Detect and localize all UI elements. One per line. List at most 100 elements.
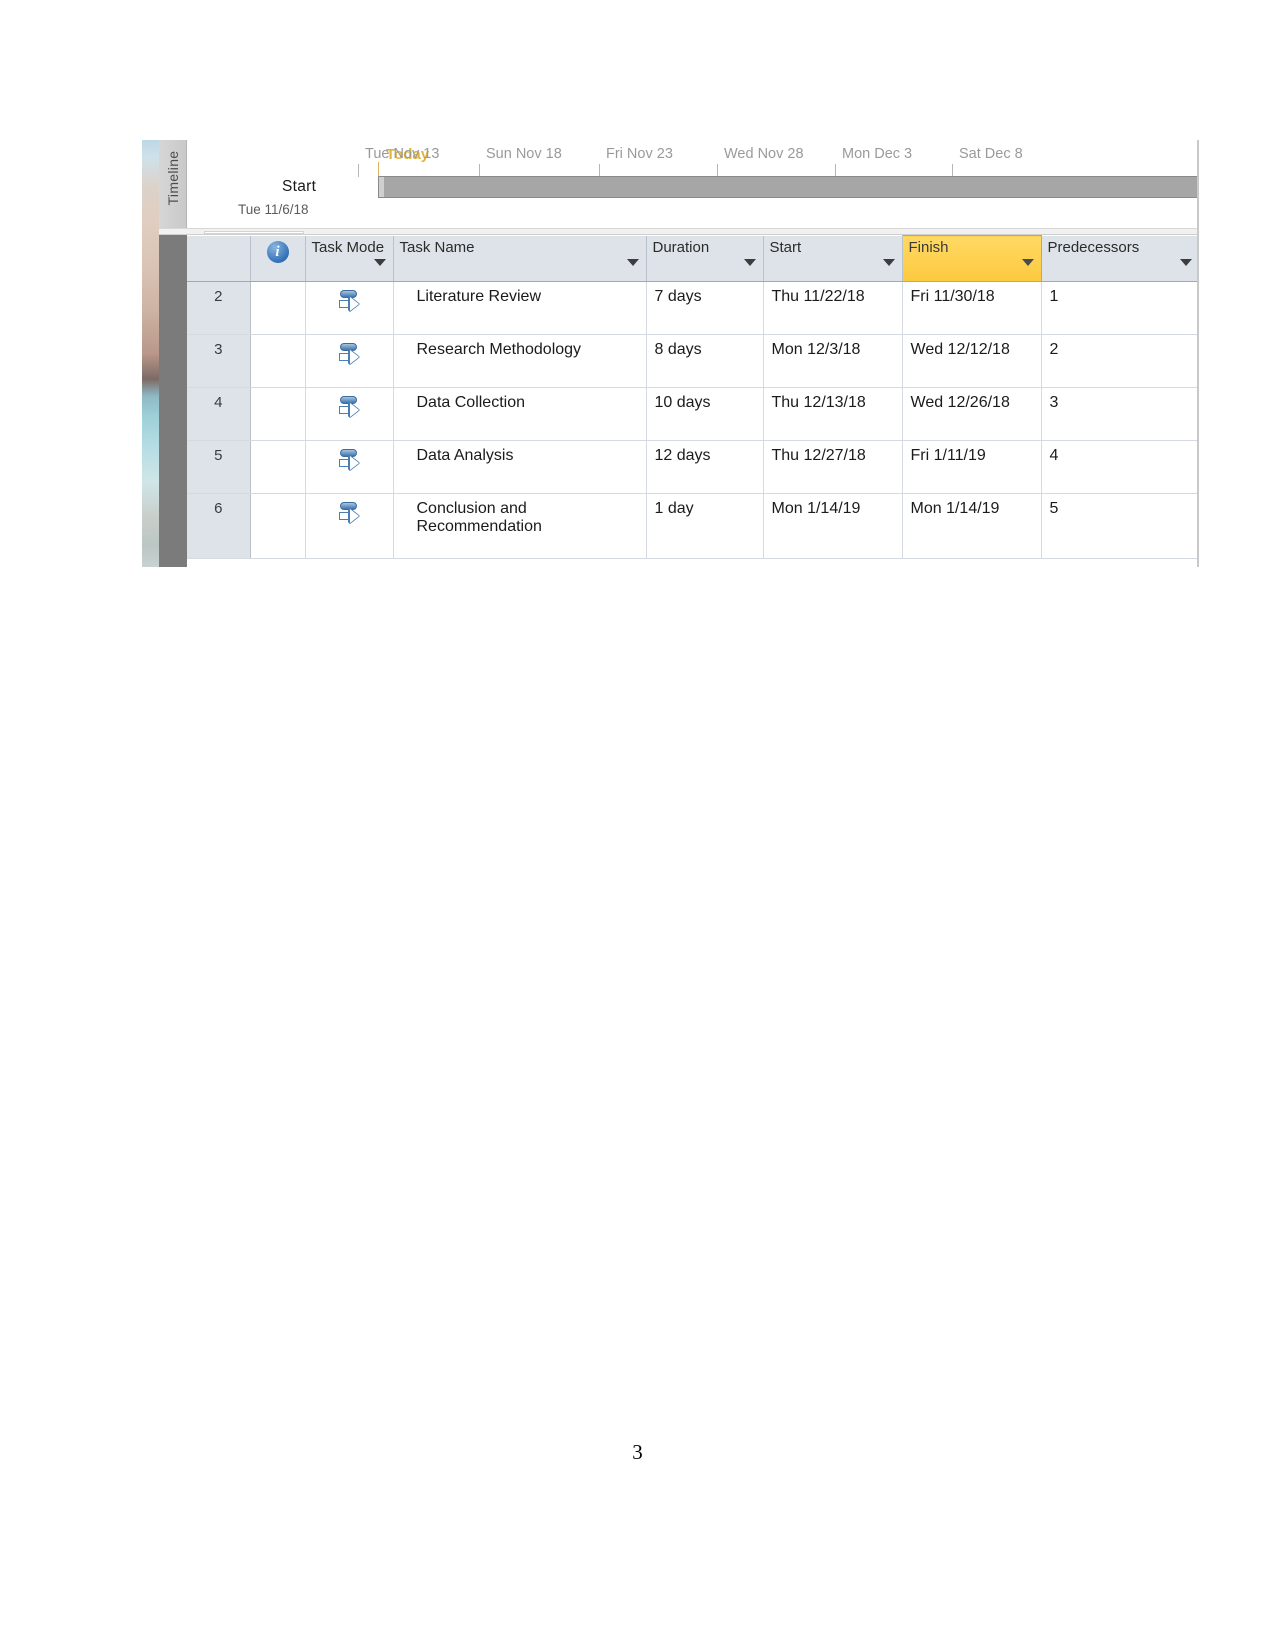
table-header-row: i Task Mode Task Name Duration Start Fin… <box>187 235 1199 282</box>
row-indicator[interactable] <box>250 387 306 441</box>
table-row[interactable]: 6 Conclusion and Recommendation 1 day Mo… <box>187 493 1199 559</box>
row-id[interactable]: 2 <box>187 281 251 335</box>
row-start[interactable]: Thu 12/27/18 <box>763 440 903 494</box>
row-id[interactable]: 6 <box>187 493 251 559</box>
column-header-predecessors[interactable]: Predecessors <box>1041 235 1199 282</box>
column-header-label: Task Name <box>399 238 475 256</box>
tick-line <box>358 164 359 177</box>
column-header-label: Finish <box>908 239 949 256</box>
row-task-mode[interactable] <box>305 440 394 494</box>
timeline-start-label: Start <box>282 178 317 195</box>
row-finish[interactable]: Fri 1/11/19 <box>902 440 1042 494</box>
timeline-pane-tab[interactable]: Timeline <box>159 140 187 228</box>
row-predecessors[interactable]: 2 <box>1041 334 1199 388</box>
entry-table[interactable]: i Task Mode Task Name Duration Start Fin… <box>187 235 1199 567</box>
row-id[interactable]: 3 <box>187 334 251 388</box>
column-header-label: Predecessors <box>1047 238 1140 256</box>
timeline-tick: Wed Nov 28 <box>717 146 804 177</box>
row-finish[interactable]: Mon 1/14/19 <box>902 493 1042 559</box>
row-task-name[interactable]: Data Analysis <box>393 440 647 494</box>
splitter-grip[interactable] <box>204 231 304 234</box>
timeline-tick: Sun Nov 18 <box>479 146 562 177</box>
row-finish[interactable]: Wed 12/12/18 <box>902 334 1042 388</box>
page-number: 3 <box>632 1440 643 1464</box>
timeline-pane[interactable]: Today Tue Nov 13 Sun Nov 18 Fri Nov 23 W… <box>187 140 1199 228</box>
row-start[interactable]: Mon 12/3/18 <box>763 334 903 388</box>
row-task-mode[interactable] <box>305 387 394 441</box>
chevron-down-icon[interactable] <box>1021 259 1034 266</box>
timeline-project-bar[interactable] <box>378 176 1199 198</box>
timeline-tick-label: Sat Dec 8 <box>959 146 1023 162</box>
row-finish[interactable]: Fri 11/30/18 <box>902 281 1042 335</box>
timeline-bar-start-cap <box>379 177 384 197</box>
chevron-down-icon[interactable] <box>882 259 895 266</box>
row-indicator[interactable] <box>250 334 306 388</box>
row-predecessors[interactable]: 1 <box>1041 281 1199 335</box>
row-predecessors[interactable]: 4 <box>1041 440 1199 494</box>
table-row[interactable]: 4 Data Collection 10 days Thu 12/13/18 W… <box>187 387 1199 441</box>
row-start[interactable]: Thu 12/13/18 <box>763 387 903 441</box>
auto-scheduled-icon <box>337 342 361 368</box>
row-task-name[interactable]: Research Methodology <box>393 334 647 388</box>
column-header-start[interactable]: Start <box>763 235 903 282</box>
row-duration[interactable]: 1 day <box>646 493 764 559</box>
timeline-ruler: Today Tue Nov 13 Sun Nov 18 Fri Nov 23 W… <box>187 140 1199 177</box>
project-gantt-screenshot: Timeline Today Tue Nov 13 Sun Nov 18 Fri… <box>142 140 1199 567</box>
chevron-down-icon[interactable] <box>373 259 386 266</box>
row-task-mode[interactable] <box>305 281 394 335</box>
row-indicator[interactable] <box>250 440 306 494</box>
auto-scheduled-icon <box>337 289 361 315</box>
row-duration[interactable]: 8 days <box>646 334 764 388</box>
information-icon: i <box>266 240 289 263</box>
column-header-finish[interactable]: Finish <box>901 235 1042 282</box>
row-task-name[interactable]: Literature Review <box>393 281 647 335</box>
row-predecessors[interactable]: 3 <box>1041 387 1199 441</box>
row-finish[interactable]: Wed 12/26/18 <box>902 387 1042 441</box>
column-header-label: Start <box>769 238 802 256</box>
column-header-indicators[interactable]: i <box>250 235 306 282</box>
pane-splitter[interactable] <box>159 228 1199 235</box>
row-task-name[interactable]: Data Collection <box>393 387 647 441</box>
row-indicator[interactable] <box>250 493 306 559</box>
row-duration[interactable]: 12 days <box>646 440 764 494</box>
screenshot-right-edge <box>1197 140 1199 567</box>
timeline-tick-label: Sun Nov 18 <box>486 146 562 162</box>
timeline-tick-label: Fri Nov 23 <box>606 146 673 162</box>
timeline-tick-label: Mon Dec 3 <box>842 146 913 162</box>
chevron-down-icon[interactable] <box>626 259 639 266</box>
table-row[interactable]: 3 Research Methodology 8 days Mon 12/3/1… <box>187 334 1199 388</box>
table-row[interactable]: 2 Literature Review 7 days Thu 11/22/18 … <box>187 281 1199 335</box>
row-id[interactable]: 5 <box>187 440 251 494</box>
column-header-task-name[interactable]: Task Name <box>393 235 647 282</box>
chevron-down-icon[interactable] <box>743 259 756 266</box>
auto-scheduled-icon <box>337 395 361 421</box>
auto-scheduled-icon <box>337 501 361 527</box>
auto-scheduled-icon <box>337 448 361 474</box>
column-header-id[interactable] <box>187 235 251 282</box>
row-task-name[interactable]: Conclusion and Recommendation <box>393 493 647 559</box>
row-predecessors[interactable]: 5 <box>1041 493 1199 559</box>
left-gutter <box>159 235 187 567</box>
row-id[interactable]: 4 <box>187 387 251 441</box>
column-header-duration[interactable]: Duration <box>646 235 764 282</box>
row-task-mode[interactable] <box>305 493 394 559</box>
column-header-task-mode[interactable]: Task Mode <box>305 235 394 282</box>
timeline-start-date: Tue 11/6/18 <box>238 202 309 217</box>
row-indicator[interactable] <box>250 281 306 335</box>
table-row[interactable]: 5 Data Analysis 12 days Thu 12/27/18 Fri… <box>187 440 1199 494</box>
row-start[interactable]: Thu 11/22/18 <box>763 281 903 335</box>
timeline-tick-label: Tue Nov 13 <box>365 146 440 162</box>
chevron-down-icon[interactable] <box>1179 259 1192 266</box>
row-task-mode[interactable] <box>305 334 394 388</box>
timeline-tick: Tue Nov 13 <box>358 146 440 177</box>
today-tick <box>378 162 379 177</box>
column-header-label: Task Mode <box>311 238 385 256</box>
row-duration[interactable]: 7 days <box>646 281 764 335</box>
cropped-photo-edge <box>142 140 159 567</box>
timeline-tick: Fri Nov 23 <box>599 146 673 177</box>
row-start[interactable]: Mon 1/14/19 <box>763 493 903 559</box>
column-header-label: Duration <box>652 238 710 256</box>
row-duration[interactable]: 10 days <box>646 387 764 441</box>
timeline-tick-label: Wed Nov 28 <box>724 146 804 162</box>
timeline-tab-label: Timeline <box>165 150 181 206</box>
